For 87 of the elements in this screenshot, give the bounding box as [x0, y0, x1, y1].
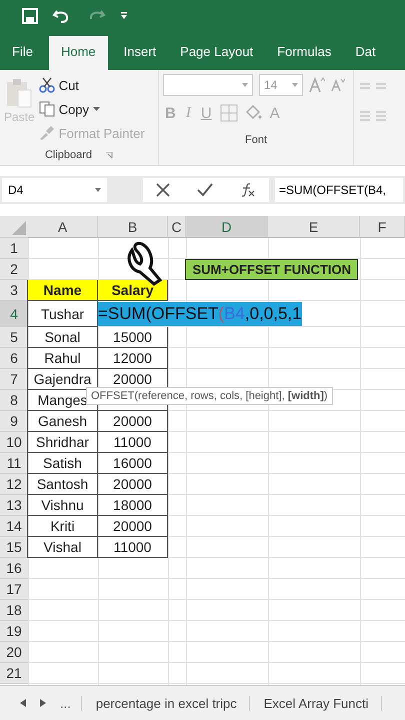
cut-button[interactable]: Cut	[38, 74, 145, 96]
table-cell: Rahul	[27, 348, 98, 369]
table-cell: 18000	[113, 497, 152, 513]
ribbon-tab[interactable]: Dat	[343, 36, 388, 70]
formula-field[interactable]: =SUM(OFFSET(B4,	[275, 178, 403, 202]
caret-icon	[292, 83, 298, 87]
row-header[interactable]: 14	[0, 516, 28, 537]
table-cell: 11000	[114, 539, 152, 555]
row-header[interactable]: 1	[0, 238, 28, 259]
ribbon-tab[interactable]: Formulas	[265, 36, 344, 70]
function-icon[interactable]	[240, 182, 256, 198]
function-tooltip: OFFSET(reference, rows, cols, [height], [width])	[86, 387, 333, 405]
table-cell: Ganesh	[27, 411, 98, 432]
row-header[interactable]: 18	[0, 600, 28, 621]
enter-icon[interactable]	[196, 183, 213, 197]
table-header: Name	[27, 280, 98, 301]
table-cell: Santosh	[27, 474, 98, 495]
group-label: Font	[244, 134, 267, 146]
ribbon-tab[interactable]: File	[0, 36, 45, 70]
row-header[interactable]: 2	[0, 259, 28, 280]
title-banner: SUM+OFFSET FUNCTION	[185, 259, 358, 280]
table-cell: 15000	[113, 329, 152, 345]
table-cell: Satish	[27, 453, 98, 474]
row-header[interactable]: 8	[0, 390, 28, 411]
column-header[interactable]: D	[186, 216, 268, 238]
row-header[interactable]: 7	[0, 369, 28, 390]
row-header[interactable]: 3	[0, 280, 28, 301]
table-cell: Sonal	[27, 327, 98, 348]
row-header[interactable]: 5	[0, 327, 28, 348]
table-header: Salary	[97, 280, 168, 301]
row-header[interactable]: 20	[0, 642, 28, 663]
column-header[interactable]: E	[268, 216, 360, 238]
scroll-right-icon[interactable]	[40, 699, 46, 707]
column-header[interactable]: C	[168, 216, 186, 238]
column-header[interactable]: B	[98, 216, 168, 238]
row-header[interactable]: 13	[0, 495, 28, 516]
row-header[interactable]: 17	[0, 579, 28, 600]
ribbon-tab[interactable]: Page Layout	[168, 36, 266, 70]
customize-icon[interactable]	[120, 11, 128, 21]
group-label: Clipboard	[44, 149, 92, 161]
ribbon-tab[interactable]: Home	[48, 36, 108, 70]
table-cell: Shridhar	[27, 432, 98, 453]
ribbon-tab[interactable]: Insert	[112, 36, 168, 70]
caret-icon	[242, 83, 248, 87]
column-header[interactable]: A	[28, 216, 98, 238]
borders-icon[interactable]	[220, 104, 238, 122]
sheet-tab[interactable]: Excel Array Functi	[264, 696, 382, 710]
row-header[interactable]: 9	[0, 411, 28, 432]
brush-icon	[38, 126, 55, 140]
table-cell: 11000	[114, 434, 152, 450]
cell-edit-field[interactable]: =SUM(OFFSET(B4,0,0,5,1	[98, 302, 302, 326]
scissors-icon	[38, 77, 55, 93]
table-cell: 20000	[113, 371, 152, 387]
table-cell: 20000	[113, 476, 152, 492]
select-all-icon[interactable]	[12, 221, 26, 235]
grow-font-icon[interactable]	[309, 77, 325, 93]
scroll-left-icon[interactable]	[20, 699, 26, 707]
row-header[interactable]: 10	[0, 432, 28, 453]
copy-button[interactable]: Copy	[38, 98, 145, 120]
table-cell: Vishnu	[27, 495, 98, 516]
row-header[interactable]: 21	[0, 663, 28, 684]
row-header[interactable]: 6	[0, 348, 28, 369]
shrink-font-icon[interactable]	[331, 78, 345, 92]
table-cell: Kriti	[27, 516, 98, 537]
row-header[interactable]: 4	[0, 301, 28, 327]
row-header[interactable]: 15	[0, 537, 28, 558]
table-cell: 20000	[113, 518, 152, 534]
table-cell: 12000	[113, 350, 152, 366]
row-header[interactable]: 12	[0, 474, 28, 495]
clipboard-icon	[5, 78, 34, 110]
row-header[interactable]: 19	[0, 621, 28, 642]
column-header[interactable]: F	[360, 216, 405, 238]
table-cell: 16000	[113, 455, 152, 471]
copy-icon	[38, 101, 55, 117]
launcher-icon[interactable]	[106, 152, 114, 158]
table-cell: Vishal	[27, 537, 98, 558]
save-icon[interactable]	[22, 8, 38, 24]
table-cell: 20000	[113, 413, 152, 429]
caret-icon	[93, 106, 100, 112]
name-box[interactable]: D4	[2, 178, 107, 202]
font-name-field[interactable]	[163, 74, 253, 96]
cancel-icon[interactable]	[156, 183, 170, 197]
sheet-tab[interactable]: percentage in excel tripc	[96, 696, 250, 710]
row-header[interactable]: 16	[0, 558, 28, 579]
caret-icon	[95, 188, 101, 192]
more-sheets-button[interactable]: ...	[60, 696, 82, 710]
row-header[interactable]: 11	[0, 453, 28, 474]
